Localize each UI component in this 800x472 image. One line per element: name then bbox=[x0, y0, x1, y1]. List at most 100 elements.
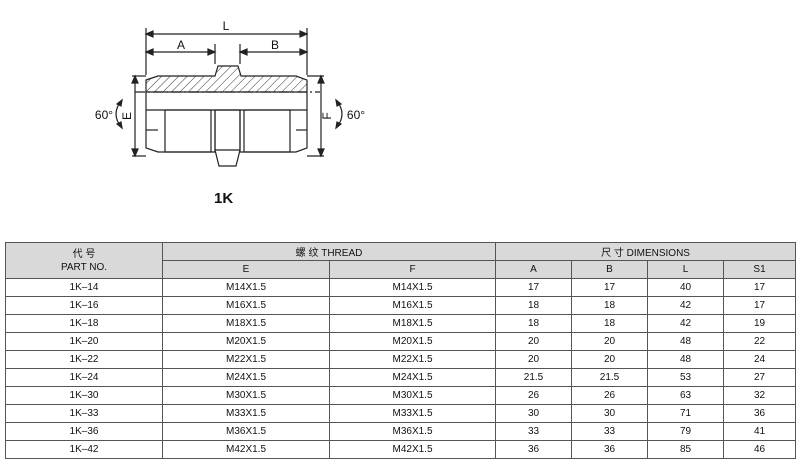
cell-part-no: 1K–42 bbox=[5, 440, 163, 459]
cell-thread-f: M33X1.5 bbox=[328, 404, 497, 423]
cell-dim-a: 30 bbox=[495, 404, 573, 423]
cell-dim-l: 40 bbox=[647, 278, 725, 297]
cell-thread-f: M42X1.5 bbox=[328, 440, 497, 459]
cell-dim-b: 18 bbox=[571, 296, 649, 315]
cell-thread-e: M16X1.5 bbox=[162, 296, 330, 315]
cell-dim-b: 30 bbox=[571, 404, 649, 423]
table-row: 1K–20 M20X1.5 M20X1.5 20 20 48 22 bbox=[5, 332, 797, 351]
col-header-e: E bbox=[162, 260, 330, 279]
cell-part-no: 1K–22 bbox=[5, 350, 163, 369]
cell-part-no: 1K–24 bbox=[5, 368, 163, 387]
cell-dim-a: 18 bbox=[495, 314, 573, 333]
cell-thread-e: M24X1.5 bbox=[162, 368, 330, 387]
fitting-drawing: L A B E F 60° 60° bbox=[95, 19, 365, 167]
cell-thread-f: M36X1.5 bbox=[328, 422, 497, 441]
cell-dim-s1: 41 bbox=[723, 422, 797, 441]
cell-part-no: 1K–36 bbox=[5, 422, 163, 441]
cell-thread-e: M22X1.5 bbox=[162, 350, 330, 369]
cell-dim-a: 33 bbox=[495, 422, 573, 441]
table-row: 1K–18 M18X1.5 M18X1.5 18 18 42 19 bbox=[5, 314, 797, 333]
cell-dim-l: 53 bbox=[647, 368, 725, 387]
cell-part-no: 1K–16 bbox=[5, 296, 163, 315]
cell-dim-a: 18 bbox=[495, 296, 573, 315]
cell-thread-e: M30X1.5 bbox=[162, 386, 330, 405]
cell-thread-f: M16X1.5 bbox=[328, 296, 497, 315]
cell-dim-a: 20 bbox=[495, 350, 573, 369]
header-part-no-en: PART NO. bbox=[60, 261, 108, 273]
cell-thread-f: M22X1.5 bbox=[328, 350, 497, 369]
label-angle-right: 60° bbox=[347, 108, 365, 122]
cell-dim-b: 26 bbox=[571, 386, 649, 405]
cell-dim-l: 48 bbox=[647, 350, 725, 369]
cell-thread-e: M14X1.5 bbox=[162, 278, 330, 297]
table-row: 1K–42 M42X1.5 M42X1.5 36 36 85 46 bbox=[5, 440, 797, 459]
col-header-f: F bbox=[328, 260, 497, 279]
table-row: 1K–24 M24X1.5 M24X1.5 21.5 21.5 53 27 bbox=[5, 368, 797, 387]
cell-dim-b: 20 bbox=[571, 332, 649, 351]
cell-dim-l: 42 bbox=[647, 296, 725, 315]
cell-thread-e: M36X1.5 bbox=[162, 422, 330, 441]
cell-dim-l: 85 bbox=[647, 440, 725, 459]
cell-dim-b: 18 bbox=[571, 314, 649, 333]
header-thread: 螺 纹 THREAD bbox=[161, 242, 497, 261]
cell-thread-e: M18X1.5 bbox=[162, 314, 330, 333]
cell-thread-f: M18X1.5 bbox=[328, 314, 497, 333]
cell-dim-s1: 36 bbox=[723, 404, 797, 423]
table-row: 1K–33 M33X1.5 M33X1.5 30 30 71 36 bbox=[5, 404, 797, 423]
cell-dim-s1: 19 bbox=[723, 314, 797, 333]
label-angle-left: 60° bbox=[95, 108, 113, 122]
cell-thread-e: M33X1.5 bbox=[162, 404, 330, 423]
cell-dim-s1: 46 bbox=[723, 440, 797, 459]
cell-thread-e: M20X1.5 bbox=[162, 332, 330, 351]
cell-thread-f: M30X1.5 bbox=[328, 386, 497, 405]
cell-dim-l: 48 bbox=[647, 332, 725, 351]
table-row: 1K–14 M14X1.5 M14X1.5 17 17 40 17 bbox=[5, 278, 797, 297]
cell-dim-b: 17 bbox=[571, 278, 649, 297]
cell-dim-s1: 22 bbox=[723, 332, 797, 351]
cell-thread-f: M14X1.5 bbox=[328, 278, 497, 297]
header-part-no-cn: 代 号 bbox=[72, 248, 96, 260]
cell-dim-a: 17 bbox=[495, 278, 573, 297]
col-header-l: L bbox=[647, 260, 725, 279]
table-row: 1K–36 M36X1.5 M36X1.5 33 33 79 41 bbox=[5, 422, 797, 441]
label-E: E bbox=[120, 112, 134, 120]
cell-part-no: 1K–33 bbox=[5, 404, 163, 423]
cell-dim-a: 36 bbox=[495, 440, 573, 459]
table-row: 1K–30 M30X1.5 M30X1.5 26 26 63 32 bbox=[5, 386, 797, 405]
cell-dim-a: 20 bbox=[495, 332, 573, 351]
label-L: L bbox=[223, 19, 230, 33]
col-header-b: B bbox=[571, 260, 649, 279]
label-B: B bbox=[271, 38, 279, 52]
cell-dim-l: 71 bbox=[647, 404, 725, 423]
cell-dim-b: 21.5 bbox=[571, 368, 649, 387]
cell-part-no: 1K–20 bbox=[5, 332, 163, 351]
header-part-no: 代 号 PART NO. bbox=[5, 242, 163, 279]
label-F: F bbox=[320, 112, 334, 119]
cell-thread-e: M42X1.5 bbox=[162, 440, 330, 459]
cell-dim-l: 79 bbox=[647, 422, 725, 441]
col-header-a: A bbox=[495, 260, 573, 279]
cell-thread-f: M20X1.5 bbox=[328, 332, 497, 351]
cell-dim-b: 36 bbox=[571, 440, 649, 459]
header-dimensions: 尺 寸 DIMENSIONS bbox=[495, 242, 797, 261]
model-label: 1K bbox=[214, 190, 234, 207]
cell-dim-s1: 17 bbox=[723, 296, 797, 315]
cell-dim-s1: 17 bbox=[723, 278, 797, 297]
cell-dim-s1: 32 bbox=[723, 386, 797, 405]
cell-dim-a: 26 bbox=[495, 386, 573, 405]
table-row: 1K–16 M16X1.5 M16X1.5 18 18 42 17 bbox=[5, 296, 797, 315]
cell-dim-l: 63 bbox=[647, 386, 725, 405]
label-A: A bbox=[177, 38, 185, 52]
col-header-s1: S1 bbox=[723, 260, 797, 279]
cell-part-no: 1K–18 bbox=[5, 314, 163, 333]
cell-dim-s1: 24 bbox=[723, 350, 797, 369]
cell-dim-s1: 27 bbox=[723, 368, 797, 387]
cell-thread-f: M24X1.5 bbox=[328, 368, 497, 387]
cell-dim-a: 21.5 bbox=[495, 368, 573, 387]
cell-dim-b: 33 bbox=[571, 422, 649, 441]
cell-dim-b: 20 bbox=[571, 350, 649, 369]
cell-part-no: 1K–14 bbox=[5, 278, 163, 297]
spec-table: 代 号 PART NO. 螺 纹 THREAD 尺 寸 DIMENSIONS E… bbox=[5, 242, 797, 459]
cell-dim-l: 42 bbox=[647, 314, 725, 333]
cell-part-no: 1K–30 bbox=[5, 386, 163, 405]
